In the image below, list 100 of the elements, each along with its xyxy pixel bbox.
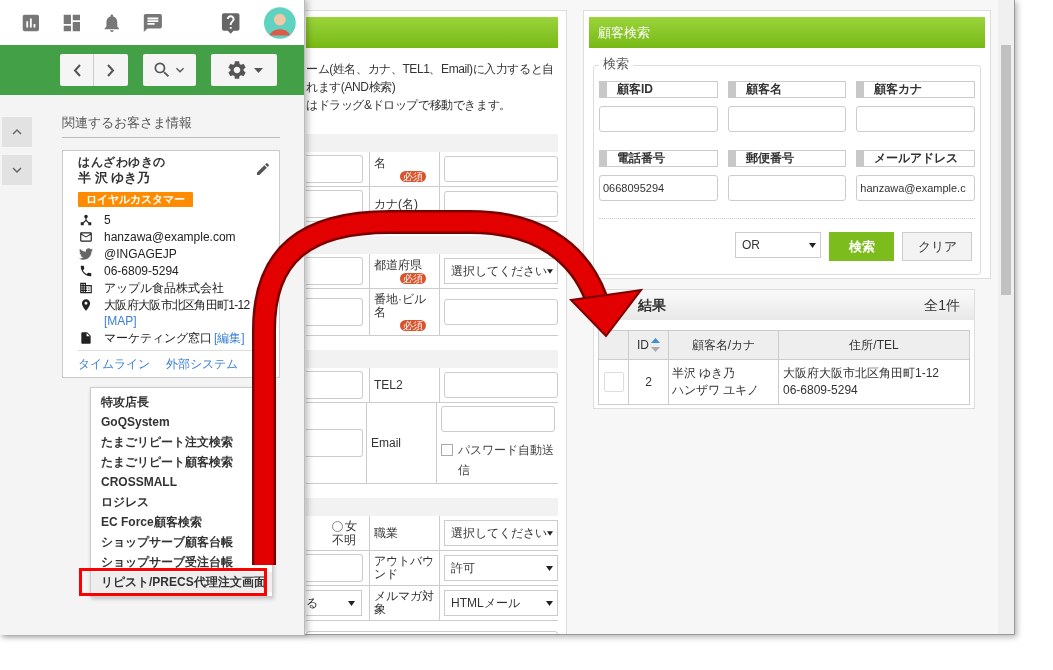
clear-button[interactable]: クリア — [902, 232, 972, 261]
caret-icon — [253, 67, 263, 73]
text-input[interactable] — [306, 257, 363, 285]
menu-item[interactable]: たまごリピート注文検索 — [91, 432, 272, 452]
text-input[interactable] — [306, 298, 363, 326]
text-input[interactable] — [306, 554, 363, 582]
detail-text: マーケティング窓口 — [104, 330, 212, 345]
location-pin-icon — [79, 297, 93, 312]
field-label: Email — [371, 436, 402, 450]
menu-item[interactable]: GoQSystem — [91, 412, 272, 432]
menu-item[interactable]: ショップサーブ顧客台帳 — [91, 532, 272, 552]
select-field[interactable]: HTMLメール — [444, 590, 558, 616]
search-input[interactable]: 0668095294 — [599, 175, 718, 201]
edit-icon[interactable] — [255, 160, 271, 177]
select-field[interactable]: 選択してください — [444, 520, 558, 546]
phone-icon — [79, 263, 93, 278]
search-input[interactable] — [727, 175, 847, 201]
field-label: 郵便番号 — [727, 150, 847, 167]
results-title: 結果 — [638, 295, 666, 315]
match-mode-select[interactable]: OR — [735, 232, 821, 258]
field-label: 電話番号 — [599, 150, 718, 167]
field-label: 名 — [374, 156, 387, 170]
required-tag: 必須 — [400, 170, 426, 182]
result-count: 全1件 — [924, 295, 960, 315]
building-icon — [79, 280, 93, 295]
table-cell-text: 06-6809-5294 — [783, 382, 859, 399]
external-systems-link[interactable]: 外部システム — [166, 354, 238, 373]
map-link[interactable]: [MAP] — [104, 312, 250, 329]
field-label: 顧客名 — [727, 81, 847, 98]
row-checkbox[interactable] — [603, 372, 624, 392]
name-reading: はんざわゆきの — [78, 154, 167, 170]
field-label: 職業 — [374, 526, 399, 540]
bird-icon — [79, 246, 93, 261]
caret-icon — [546, 565, 553, 571]
sort-icon[interactable] — [651, 338, 660, 352]
search-input[interactable] — [856, 106, 975, 132]
select-field[interactable]: 許可 — [444, 555, 558, 581]
field-label: 顧客カナ — [856, 81, 975, 98]
field-label: メルマガ対象 — [374, 590, 435, 616]
caret-icon — [348, 600, 355, 606]
search-input[interactable] — [727, 106, 847, 132]
search-button[interactable] — [143, 54, 196, 86]
scrollbar[interactable] — [998, 0, 1014, 634]
chevron-left-icon — [72, 63, 81, 77]
menu-item[interactable]: EC Force顧客検索 — [91, 512, 272, 532]
intro-text: れます(AND検索) — [306, 79, 397, 96]
fieldset-legend: 検索 — [599, 56, 633, 72]
settings-button[interactable] — [211, 54, 277, 86]
field-label: TEL2 — [374, 378, 404, 392]
customer-name: 半 沢 ゆき乃 — [78, 169, 152, 186]
search-input[interactable]: hanzawa@example.c — [856, 175, 975, 201]
text-input[interactable] — [444, 156, 558, 182]
radio-label: 不明 — [332, 533, 356, 547]
detail-text: @INGAGEJP — [104, 246, 177, 261]
checkbox[interactable] — [441, 444, 453, 456]
text-input[interactable] — [444, 299, 558, 325]
hub-icon — [79, 212, 93, 227]
detail-text: アップル食品株式会社 — [104, 280, 224, 295]
table-cell-text: 半沢 ゆき乃 — [672, 365, 737, 382]
detail-text: 大阪府大阪市北区角田町1-12 — [104, 296, 250, 313]
document-icon — [79, 330, 93, 345]
required-tag: 必須 — [400, 272, 426, 284]
field-label: アウトバウンド — [374, 555, 435, 581]
detail-text: hanzawa@example.com — [104, 229, 236, 244]
detail-text: 5 — [104, 212, 111, 227]
text-input[interactable] — [306, 190, 363, 218]
checkbox-label: パスワード自動送信 — [458, 442, 555, 479]
text-input[interactable] — [306, 155, 363, 183]
text-input[interactable] — [444, 372, 558, 398]
field-label: 顧客ID — [599, 81, 718, 98]
email-input[interactable] — [441, 406, 555, 432]
column-header[interactable]: 住所/TEL — [779, 331, 969, 359]
detail-text: 06-6809-5294 — [104, 263, 179, 278]
select-field[interactable]: る — [306, 590, 362, 616]
menu-item[interactable]: ショップサーブ受注台帳 — [91, 552, 272, 572]
timeline-link[interactable]: タイムライン — [78, 354, 150, 373]
text-input[interactable] — [306, 371, 363, 399]
table-cell: 2 — [629, 360, 669, 404]
panel-header: 顧客検索 — [589, 17, 985, 48]
search-input[interactable] — [599, 106, 718, 132]
select-field[interactable]: 選択してください — [444, 258, 558, 284]
column-header[interactable]: ID — [637, 336, 649, 354]
scrollbar-thumb[interactable] — [1001, 45, 1011, 295]
text-input[interactable] — [306, 429, 363, 457]
menu-item[interactable]: CROSSMALL — [91, 472, 272, 492]
intro-text: はドラッグ&ドロップで移動できます。 — [306, 97, 512, 114]
menu-item[interactable]: ロジレス — [91, 492, 272, 512]
menu-item[interactable]: 特攻店長 — [91, 392, 272, 412]
table-cell-text: 大阪府大阪市北区角田町1-12 — [783, 365, 941, 382]
field-label: 番地·ビル名 — [374, 293, 427, 319]
table-cell-text: ハンザワ ユキノ — [672, 382, 761, 399]
settings-icon — [225, 59, 248, 81]
caret-icon — [546, 600, 553, 606]
edit-link[interactable]: [編集] — [214, 330, 245, 345]
scroll-down-button[interactable] — [2, 155, 32, 185]
intro-text: ーム(姓名、カナ、TEL1、Email)に入力すると自 — [306, 61, 555, 78]
column-header[interactable]: 顧客名/カナ — [669, 331, 779, 359]
panel-title: 関連するお客さま情報 — [62, 113, 280, 138]
menu-item[interactable]: たまごリピート顧客検索 — [91, 452, 272, 472]
scroll-up-button[interactable] — [2, 117, 32, 147]
